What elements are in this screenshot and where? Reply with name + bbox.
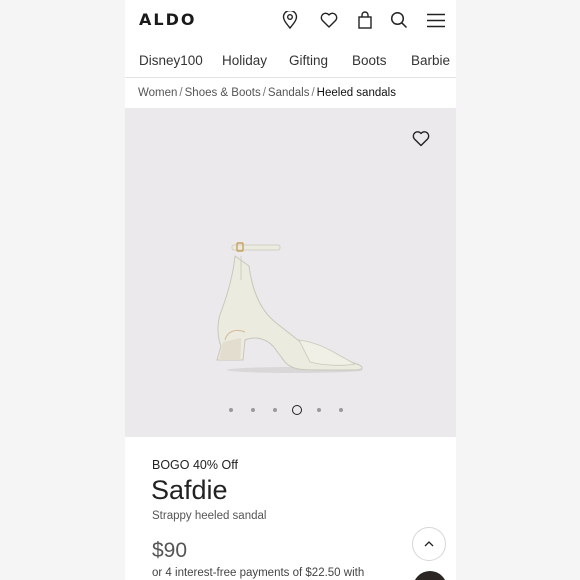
nav-item-disney100[interactable]: Disney100 — [139, 53, 203, 68]
nav-item-gifting[interactable]: Gifting — [289, 53, 328, 68]
category-nav: Disney100 Holiday Gifting Boots Barbie — [125, 40, 456, 78]
product-name: Safdie — [151, 475, 228, 505]
gallery-dot[interactable] — [229, 408, 233, 412]
site-header: ALDO — [125, 0, 456, 40]
breadcrumb: Women / Shoes & Boots / Sandals / Heeled… — [125, 78, 456, 108]
nav-item-barbie[interactable]: Barbie — [411, 53, 450, 68]
wishlist-button[interactable] — [318, 9, 340, 31]
search-icon — [390, 11, 408, 29]
gallery-dot-active[interactable] — [292, 405, 302, 415]
breadcrumb-separator: / — [311, 87, 315, 99]
gallery-pagination — [125, 405, 456, 417]
menu-icon — [427, 13, 445, 27]
product-info: BOGO 40% Off Safdie Strappy heeled sanda… — [125, 437, 456, 580]
breadcrumb-sandals[interactable]: Sandals — [268, 87, 310, 99]
search-button[interactable] — [388, 9, 410, 31]
chat-button[interactable] — [413, 571, 447, 580]
gallery-dot[interactable] — [273, 408, 277, 412]
gallery-dot[interactable] — [251, 408, 255, 412]
shopping-bag-icon — [358, 11, 372, 29]
menu-button[interactable] — [425, 9, 447, 31]
product-image-gallery[interactable] — [125, 108, 456, 437]
store-locator-button[interactable] — [279, 9, 301, 31]
breadcrumb-separator: / — [179, 87, 183, 99]
sandal-product-image — [216, 242, 363, 373]
scroll-to-top-button[interactable] — [412, 527, 446, 561]
breadcrumb-separator: / — [262, 87, 266, 99]
breadcrumb-current: Heeled sandals — [316, 87, 396, 99]
nav-item-holiday[interactable]: Holiday — [222, 53, 267, 68]
installment-info: or 4 interest-free payments of $22.50 wi… — [152, 567, 365, 579]
nav-item-boots[interactable]: Boots — [352, 53, 387, 68]
breadcrumb-shoes-boots[interactable]: Shoes & Boots — [185, 87, 261, 99]
chevron-up-icon — [424, 541, 434, 547]
product-page: ALDO Disney100 Holiday Gifting Boots Bar… — [125, 0, 456, 580]
gallery-dot[interactable] — [339, 408, 343, 412]
product-price: $90 — [152, 539, 188, 562]
location-pin-icon — [282, 11, 298, 29]
heart-icon — [412, 131, 430, 147]
promo-badge: BOGO 40% Off — [152, 458, 238, 472]
add-to-wishlist-button[interactable] — [412, 130, 430, 148]
gallery-dot[interactable] — [317, 408, 321, 412]
heart-icon — [320, 12, 338, 28]
aldo-logo[interactable]: ALDO — [139, 10, 196, 29]
breadcrumb-women[interactable]: Women — [138, 87, 177, 99]
cart-button[interactable] — [354, 9, 376, 31]
product-description: Strappy heeled sandal — [152, 510, 267, 522]
